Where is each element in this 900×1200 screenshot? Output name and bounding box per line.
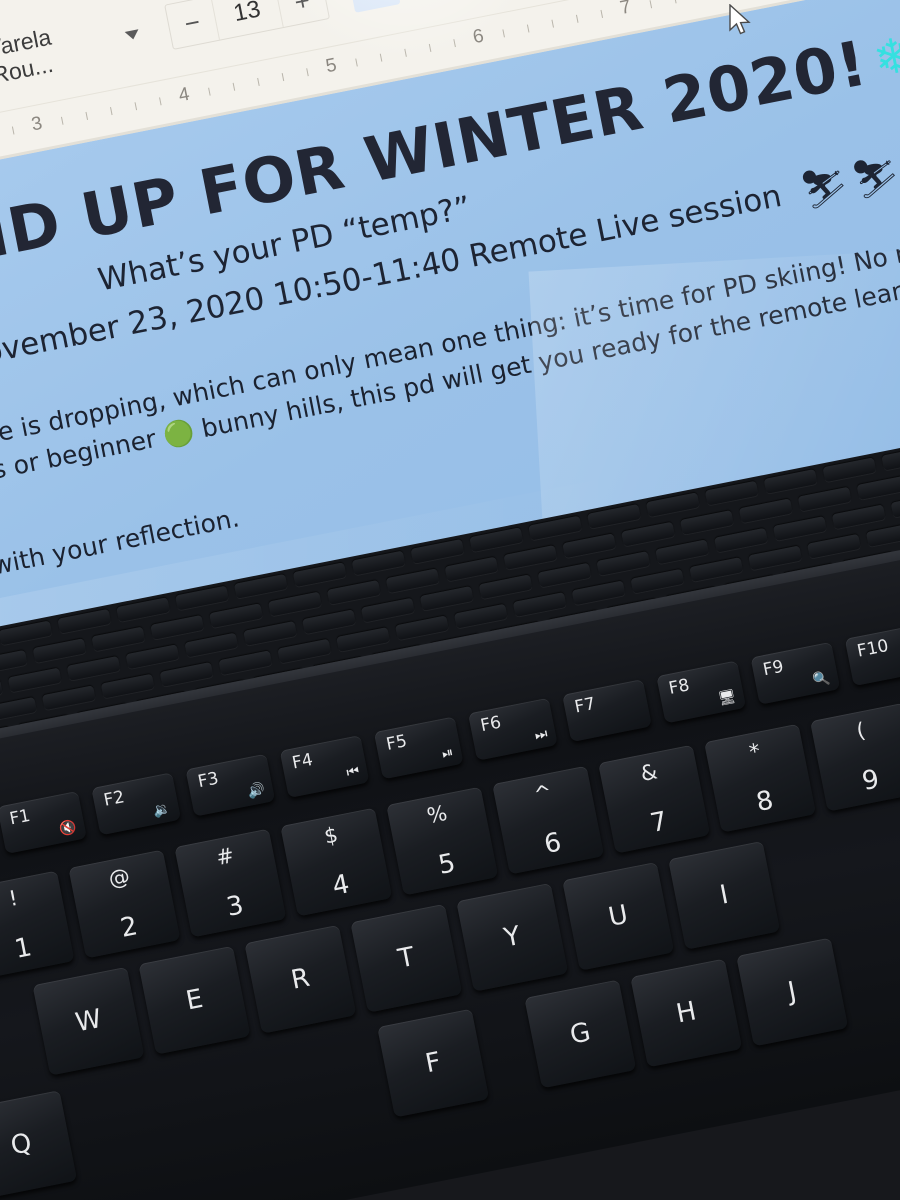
ruler-tick	[428, 43, 432, 52]
ruler-tick	[600, 9, 604, 18]
laptop-screen: rmat Tools Add-ons Help Last edit was 3 …	[0, 0, 900, 931]
ruler-number: 5	[323, 54, 339, 78]
ruler-tick	[404, 48, 407, 57]
ruler-tick	[85, 111, 89, 120]
ruler-tick	[281, 73, 285, 82]
key-r[interactable]: R	[244, 924, 357, 1034]
ski-icon: ⛷	[796, 160, 853, 214]
font-size-decrease[interactable]: −	[167, 3, 218, 42]
document-page[interactable]: ❄ WIND UP FOR WINTER 2020! ❄ What’s your…	[0, 0, 900, 931]
key-w[interactable]: W	[32, 966, 145, 1076]
chevron-down-icon	[124, 28, 141, 41]
key-t[interactable]: T	[350, 903, 463, 1013]
key-label: T	[395, 942, 418, 975]
ruler-tick	[551, 19, 554, 28]
key-label: 7	[647, 806, 670, 839]
key-e[interactable]: E	[138, 945, 251, 1055]
ruler-tick	[526, 24, 530, 33]
snowflake-icon: ❄	[868, 24, 900, 88]
ski-icon: ⛷	[847, 150, 900, 204]
ruler-tick	[379, 53, 383, 62]
ruler-tick	[60, 116, 64, 125]
ruler-tick	[649, 0, 653, 9]
italic-button[interactable]: I	[398, 0, 452, 3]
key-label: J	[785, 976, 799, 1008]
key-j[interactable]: J	[736, 937, 849, 1047]
key-g[interactable]: G	[524, 979, 637, 1089]
ruler-tick	[134, 102, 138, 111]
key-label: U	[605, 899, 631, 933]
key-label: H	[673, 996, 699, 1030]
key-label: 6	[541, 827, 564, 860]
ruler-tick	[257, 77, 260, 86]
key-i[interactable]: I	[668, 840, 781, 950]
ruler-tick	[306, 68, 309, 77]
photo-of-laptop-screen: rmat Tools Add-ons Help Last edit was 3 …	[0, 0, 900, 1200]
ruler-tick	[674, 0, 677, 4]
key-f[interactable]: F	[377, 1008, 490, 1118]
ruler-number: 6	[471, 25, 486, 49]
font-family-dropdown[interactable]: Varela Rou...	[0, 4, 156, 91]
key-h[interactable]: H	[630, 958, 743, 1068]
ruler-tick	[502, 29, 505, 38]
key-label: Q	[8, 1127, 35, 1162]
ruler-tick	[453, 39, 456, 48]
ruler-tick	[355, 58, 358, 67]
ruler-tick	[232, 82, 236, 91]
key-q[interactable]: Q	[0, 1090, 78, 1200]
key-label: I	[717, 879, 731, 911]
font-size-increase[interactable]: +	[276, 0, 327, 21]
document-paragraph: he table below is an organized group of …	[0, 416, 900, 815]
key-label: G	[567, 1017, 594, 1051]
key-label: 2	[118, 911, 141, 944]
ruler-tick	[11, 126, 15, 135]
ruler-tick	[575, 14, 579, 23]
key-u[interactable]: U	[562, 861, 675, 971]
key-label: 1	[12, 932, 35, 965]
ruler-number: 7	[618, 0, 633, 20]
key-label: 4	[329, 869, 353, 902]
key-label: 9	[859, 764, 882, 798]
ruler-number: 3	[29, 112, 45, 136]
key-label: 3	[224, 890, 247, 923]
ruler-number: 4	[176, 83, 192, 107]
bold-button[interactable]: B	[346, 0, 401, 13]
ruler-tick	[208, 87, 211, 96]
key-label: 5	[435, 848, 458, 881]
key-label: 8	[753, 785, 776, 818]
key-label: E	[183, 983, 206, 1017]
font-size-stepper[interactable]: − 13 +	[164, 0, 331, 50]
key-label: W	[72, 1003, 105, 1039]
key-label: Y	[501, 921, 523, 954]
ruler-tick	[159, 97, 162, 106]
font-family-value: Varela Rou...	[0, 23, 56, 89]
ruler-tick	[110, 107, 113, 116]
key-y[interactable]: Y	[456, 882, 569, 992]
key-label: F	[422, 1046, 444, 1080]
key-label: R	[288, 962, 313, 996]
font-size-value[interactable]: 13	[210, 0, 284, 40]
